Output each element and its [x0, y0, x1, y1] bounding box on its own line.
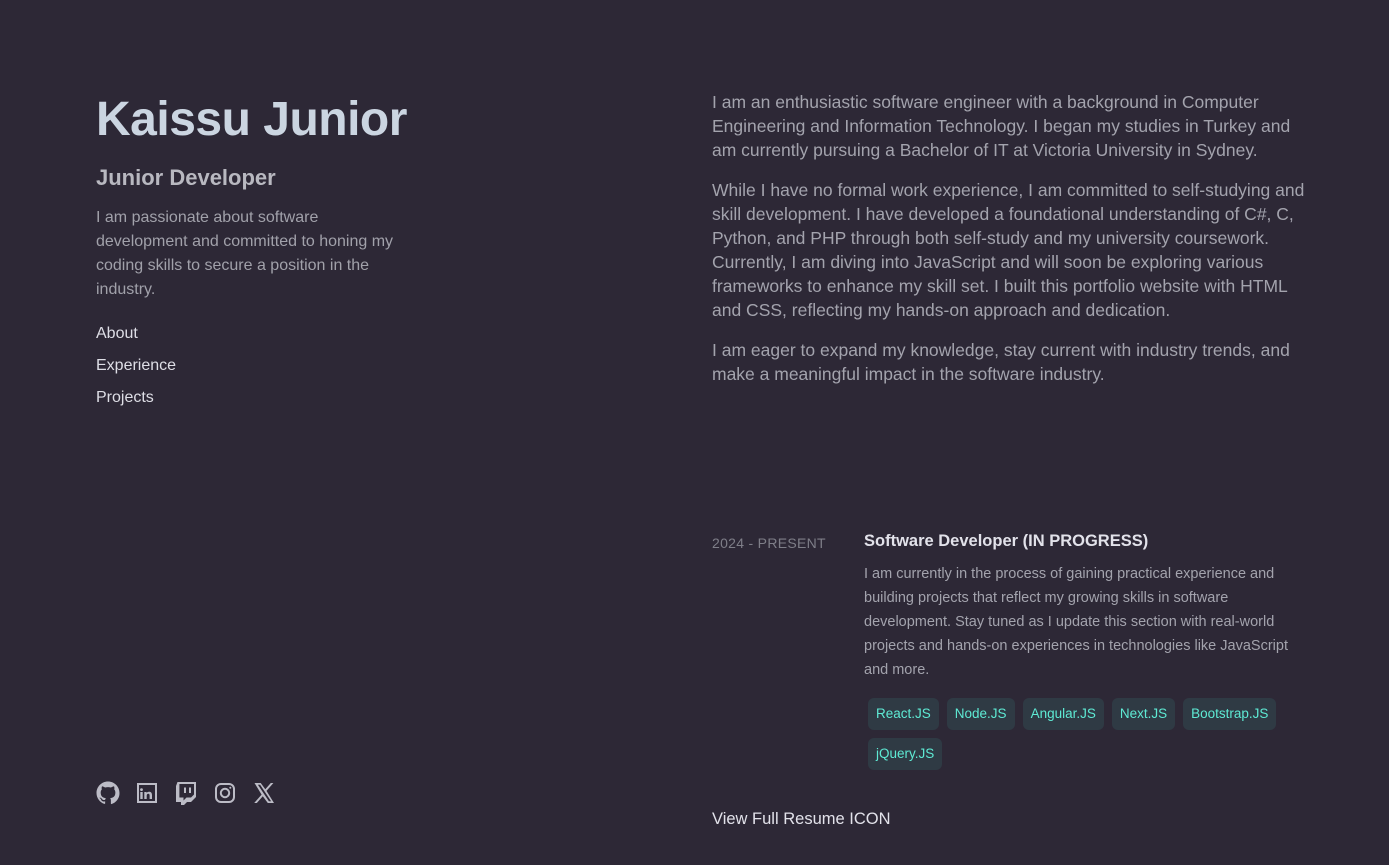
tech-tag: React.JS [868, 698, 939, 730]
tech-tag: jQuery.JS [868, 738, 943, 770]
about-paragraph-3: I am eager to expand my knowledge, stay … [712, 340, 1290, 384]
tech-tag: Next.JS [1111, 698, 1176, 730]
tech-tag: Angular.JS [1022, 698, 1104, 730]
x-icon [254, 783, 274, 803]
profile-header: Kaissu Junior Junior Developer I am pass… [96, 90, 416, 414]
instagram-link[interactable] [213, 781, 237, 805]
nav-experience-link[interactable]: Experience [96, 350, 176, 382]
view-resume-link[interactable]: View Full Resume ICON [712, 808, 891, 830]
experience-title: Software Developer (IN PROGRESS) [864, 532, 1149, 550]
linkedin-link[interactable] [135, 781, 159, 805]
tech-tag: Bootstrap.JS [1183, 698, 1277, 730]
nav-about-link[interactable]: About [96, 318, 138, 350]
profile-tagline: I am passionate about software developme… [96, 209, 394, 298]
linkedin-icon [137, 783, 157, 803]
nav-projects-link[interactable]: Projects [96, 382, 154, 414]
about-section: I am an enthusiastic software engineer w… [712, 90, 1317, 402]
experience-body: Software Developer (IN PROGRESS) I am cu… [864, 530, 1309, 770]
section-nav: About Experience Projects [96, 318, 416, 414]
github-icon [96, 781, 120, 805]
twitch-link[interactable] [174, 781, 198, 805]
x-link[interactable] [252, 781, 276, 805]
experience-card[interactable]: 2024 - PRESENT Software Developer (IN PR… [712, 530, 1312, 770]
experience-date: 2024 - PRESENT [712, 535, 826, 551]
social-links [96, 781, 276, 805]
technology-tags: React.JS Node.JS Angular.JS Next.JS Boot… [864, 698, 1309, 770]
instagram-icon [215, 783, 235, 803]
twitch-icon [176, 782, 196, 805]
profile-role: Junior Developer [96, 165, 276, 190]
about-paragraph-2: While I have no formal work experience, … [712, 180, 1305, 320]
profile-name: Kaissu Junior [96, 93, 407, 146]
experience-description: I am currently in the process of gaining… [864, 566, 1288, 678]
about-paragraph-1: I am an enthusiastic software engineer w… [712, 92, 1291, 160]
tech-tag: Node.JS [946, 698, 1015, 730]
portfolio-page: Kaissu Junior Junior Developer I am pass… [0, 0, 1389, 865]
github-link[interactable] [96, 781, 120, 805]
